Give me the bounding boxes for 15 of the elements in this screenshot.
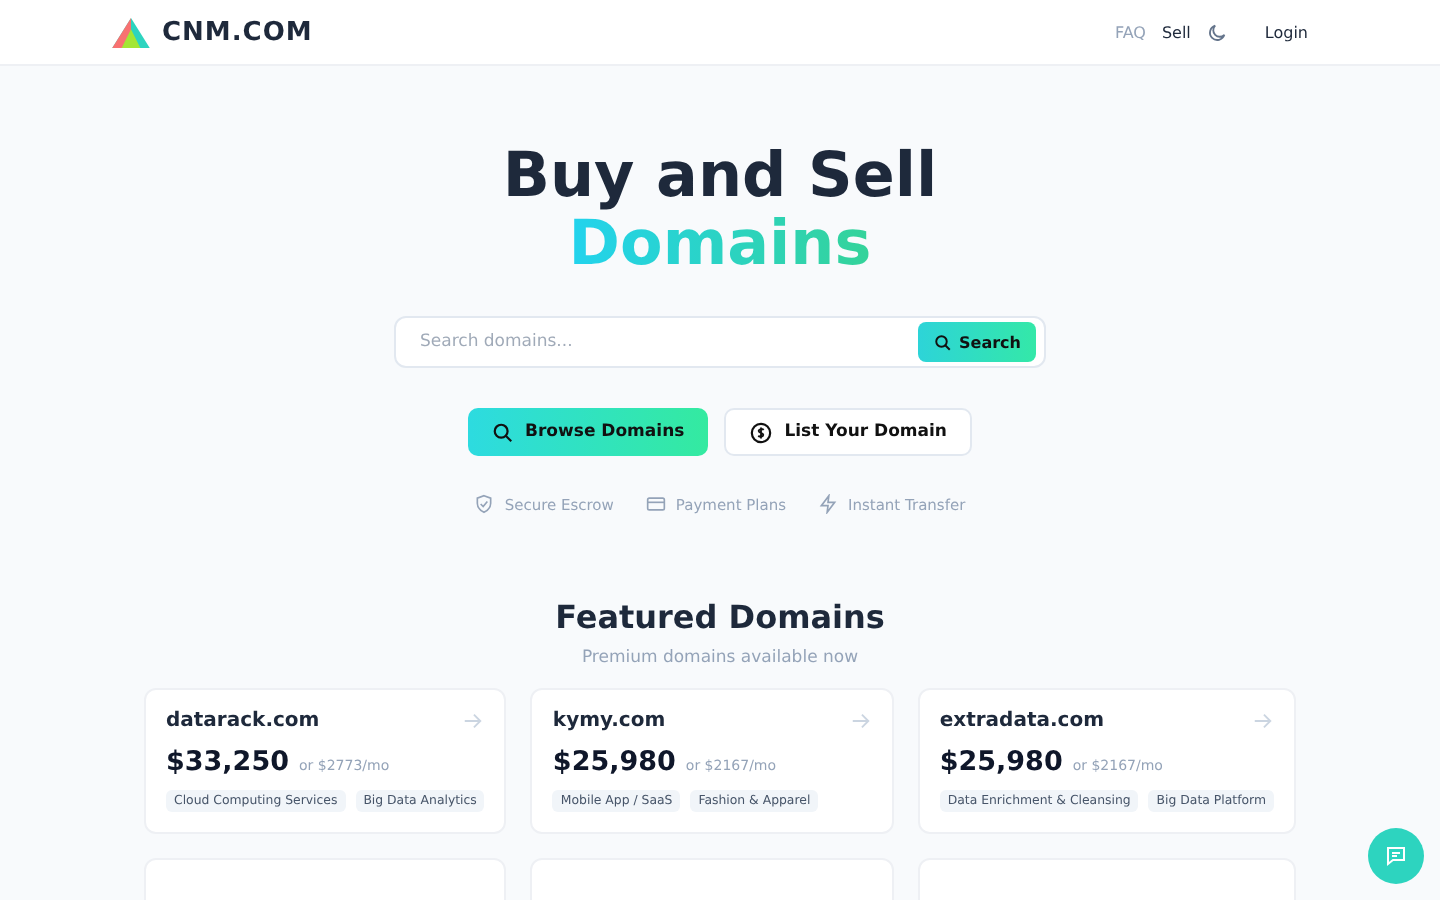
nav-link[interactable]: Sell [1161,23,1191,41]
domain-price: $25,980 [552,746,676,778]
search-button[interactable]: Search [918,322,1036,362]
section-title: Featured Domains [555,598,885,636]
domain-price: $33,250 [166,746,289,778]
hero-title: Buy and Sell [502,142,938,210]
search-field[interactable]: Search domains... Search [394,316,1046,368]
domain-name: extradata.com [939,710,1104,732]
section-subtitle: Premium domains available now [581,648,859,668]
domain-name: kymy.com [552,710,666,732]
domain-price: $25,980 [939,746,1063,778]
list-domain-button[interactable]: List Your Domain [724,408,973,456]
site-logo-text: CNM.COM [162,17,313,47]
domain-name: datarack.com [166,710,320,732]
browse-button[interactable]: Browse Domains [467,408,709,456]
